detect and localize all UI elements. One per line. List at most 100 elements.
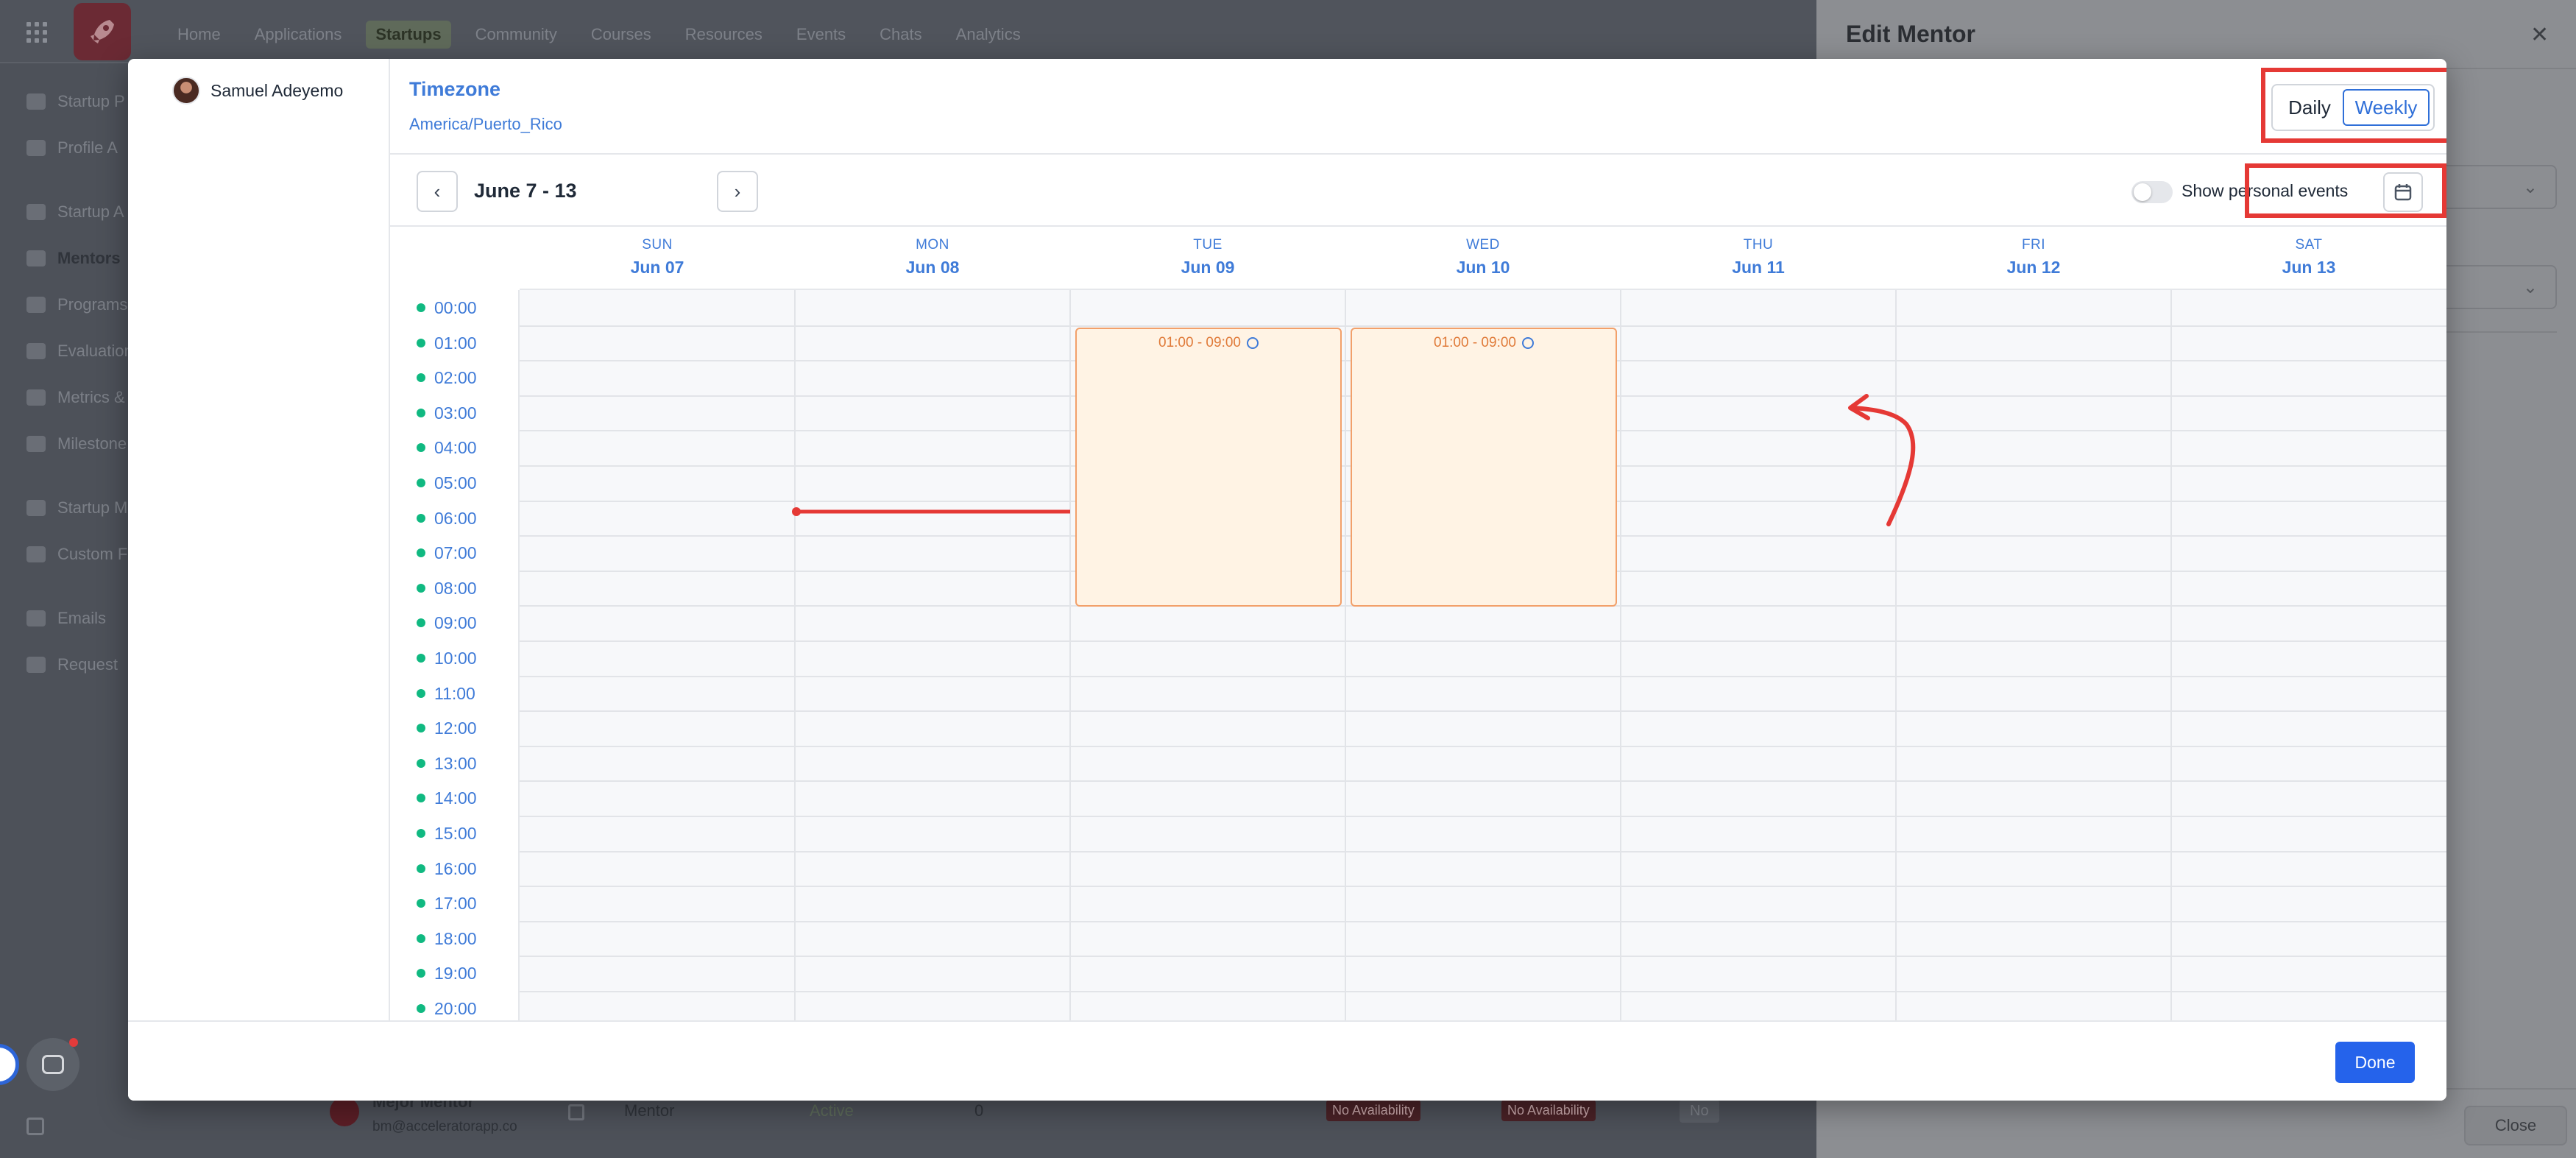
- sidebar-item[interactable]: Programs: [0, 281, 129, 328]
- hour-text: 05:00: [434, 473, 477, 492]
- mentor-row-role: Mentor: [624, 1101, 675, 1120]
- timezone-value[interactable]: America/Puerto_Rico: [409, 115, 562, 134]
- day-column[interactable]: [520, 290, 795, 1020]
- day-column[interactable]: [1621, 290, 1896, 1020]
- day-column[interactable]: [795, 290, 1070, 1020]
- hour-gridline: [520, 676, 2446, 677]
- hour-dot-icon: [417, 584, 425, 593]
- sidebar-item[interactable]: Emails: [0, 595, 129, 641]
- day-date: Jun 10: [1456, 258, 1510, 277]
- sidebar-icon: [26, 139, 46, 156]
- day-column[interactable]: [1896, 290, 2171, 1020]
- apps-grid-icon[interactable]: [26, 22, 47, 43]
- close-button[interactable]: Close: [2464, 1106, 2567, 1145]
- nav-home[interactable]: Home: [168, 21, 230, 49]
- hour-dot-icon: [417, 689, 425, 698]
- day-separator: [794, 290, 796, 1020]
- hour-dot-icon: [417, 654, 425, 663]
- hour-label: 17:00: [417, 891, 517, 916]
- day-date: Jun 12: [2006, 258, 2061, 277]
- event-time-label: 01:00 - 09:00: [1434, 335, 1516, 350]
- nav-chats[interactable]: Chats: [870, 21, 931, 49]
- hour-gridline: [520, 710, 2446, 712]
- weekly-view-button[interactable]: Weekly: [2343, 89, 2430, 126]
- hour-gridline: [520, 325, 2446, 327]
- hour-label: 09:00: [417, 610, 517, 635]
- floating-ring-icon[interactable]: [0, 1044, 19, 1085]
- done-button[interactable]: Done: [2335, 1042, 2415, 1083]
- hour-label: 13:00: [417, 751, 517, 776]
- hour-gridline: [520, 851, 2446, 852]
- sidebar-item[interactable]: Milestone: [0, 420, 129, 467]
- hour-text: 16:00: [434, 858, 477, 878]
- timezone-label: Timezone: [409, 78, 501, 100]
- sidebar-item[interactable]: Startup P: [0, 78, 129, 124]
- nav-events[interactable]: Events: [787, 21, 855, 49]
- daily-view-button[interactable]: Daily: [2276, 89, 2343, 126]
- toggle-knob: [2134, 183, 2151, 201]
- nav-applications[interactable]: Applications: [245, 21, 352, 49]
- flag-badge: No: [1680, 1100, 1719, 1123]
- sidebar-item[interactable]: Startup M: [0, 484, 129, 531]
- calendar-icon: [2394, 184, 2412, 201]
- sidebar-icon: [26, 499, 46, 516]
- sidebar-item[interactable]: Profile A: [0, 124, 129, 171]
- next-week-button[interactable]: ›: [717, 171, 758, 212]
- chevron-down-icon: ⌄: [2522, 177, 2538, 197]
- close-icon[interactable]: ✕: [2530, 22, 2549, 48]
- nav-startups[interactable]: Startups: [366, 21, 451, 49]
- hour-label: 18:00: [417, 926, 517, 951]
- sidebar-item-label: Profile A: [57, 138, 118, 157]
- sidebar-item[interactable]: Metrics &: [0, 374, 129, 420]
- collapse-sidebar-icon[interactable]: [26, 1118, 44, 1135]
- day-header: TUE Jun 09: [1070, 227, 1345, 290]
- sidebar-item[interactable]: Request: [0, 641, 129, 688]
- sidebar-item[interactable]: Evaluation: [0, 328, 129, 374]
- availability-event[interactable]: 01:00 - 09:00: [1351, 328, 1617, 607]
- day-date: Jun 08: [905, 258, 960, 277]
- sidebar-icon: [26, 546, 46, 562]
- sidebar-item-label: Startup P: [57, 91, 125, 110]
- hour-gridline: [520, 746, 2446, 747]
- availability-event[interactable]: 01:00 - 09:00: [1075, 328, 1342, 607]
- hour-label: 06:00: [417, 506, 517, 531]
- nav-courses[interactable]: Courses: [581, 21, 661, 49]
- calendar-picker-button[interactable]: [2383, 172, 2423, 212]
- hour-dot-icon: [417, 373, 425, 382]
- avatar: [172, 77, 200, 105]
- hour-label: 01:00: [417, 331, 517, 356]
- hour-label: 04:00: [417, 435, 517, 460]
- day-separator: [1895, 290, 1897, 1020]
- view-toggle: Daily Weekly: [2271, 84, 2435, 131]
- main-nav: Home Applications Startups Community Cou…: [168, 21, 1045, 49]
- day-separator: [1620, 290, 1621, 1020]
- app-logo[interactable]: [74, 3, 131, 60]
- hour-text: 13:00: [434, 753, 477, 773]
- day-separator: [2170, 290, 2172, 1020]
- day-name: TUE: [1193, 237, 1222, 253]
- hour-label: 02:00: [417, 365, 517, 390]
- rocket-icon: [91, 20, 114, 43]
- personal-events-toggle[interactable]: [2131, 181, 2173, 203]
- event-time-label: 01:00 - 09:00: [1158, 335, 1241, 350]
- day-column[interactable]: [2171, 290, 2446, 1020]
- mentor-list-item[interactable]: Samuel Adeyemo: [172, 77, 343, 105]
- nav-community[interactable]: Community: [466, 21, 567, 49]
- sidebar-item[interactable]: Custom F: [0, 531, 129, 577]
- sidebar-item[interactable]: Startup A: [0, 188, 129, 235]
- previous-week-button[interactable]: ‹: [417, 171, 458, 212]
- nav-resources[interactable]: Resources: [676, 21, 772, 49]
- calendar-toolbar: ‹ June 7 - 13 › Show personal events: [390, 155, 2446, 227]
- sidebar-icon: [26, 296, 46, 313]
- hour-label: 07:00: [417, 540, 517, 565]
- nav-analytics[interactable]: Analytics: [946, 21, 1030, 49]
- availability-modal: Samuel Adeyemo Timezone America/Puerto_R…: [128, 59, 2446, 1101]
- sidebar-item-mentors[interactable]: Mentors: [0, 235, 129, 281]
- sidebar-icon: [26, 435, 46, 452]
- day-separator: [1345, 290, 1346, 1020]
- week-grid[interactable]: 00:00 01:00 02:00 03:00 04:00 05:00 06:00 07:00…: [390, 290, 2446, 1020]
- hour-label: 11:00: [417, 681, 517, 706]
- edit-icon[interactable]: [568, 1104, 584, 1120]
- sidebar-item-label: Programs: [57, 294, 128, 314]
- hour-text: 07:00: [434, 543, 477, 562]
